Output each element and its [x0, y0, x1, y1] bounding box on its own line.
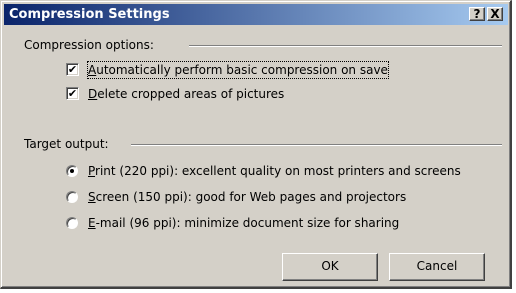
help-button[interactable]: ?: [469, 7, 485, 21]
screen-radio[interactable]: [66, 191, 78, 203]
email-text: -mail (96 ppi): minimize document size f…: [95, 216, 400, 230]
compression-options-divider: [189, 45, 502, 47]
auto-compress-checkbox-row[interactable]: ✔ Automatically perform basic compressio…: [66, 61, 436, 79]
email-mnemonic: E: [88, 216, 96, 230]
print-radio-row[interactable]: Print (220 ppi): excellent quality on mo…: [66, 163, 506, 179]
check-icon: ✔: [67, 87, 78, 100]
target-output-heading: Target output:: [24, 136, 113, 152]
email-radio-row[interactable]: E-mail (96 ppi): minimize document size …: [66, 215, 486, 231]
auto-compress-checkbox[interactable]: ✔: [66, 63, 79, 76]
screen-radio-row[interactable]: Screen (150 ppi): good for Web pages and…: [66, 189, 486, 205]
print-mnemonic: P: [88, 164, 96, 178]
auto-compress-text: utomatically perform basic compression o…: [96, 63, 388, 77]
dialog-title: Compression Settings: [9, 7, 170, 22]
delete-cropped-checkbox[interactable]: ✔: [66, 87, 79, 100]
ok-button[interactable]: OK: [282, 253, 378, 281]
print-radio[interactable]: [66, 165, 78, 177]
cancel-button[interactable]: Cancel: [389, 253, 485, 281]
print-text: rint (220 ppi): excellent quality on mos…: [95, 164, 461, 178]
delete-cropped-text: elete cropped areas of pictures: [97, 87, 285, 101]
target-output-divider: [131, 144, 502, 146]
check-icon: ✔: [67, 63, 78, 76]
email-radio[interactable]: [66, 217, 78, 229]
auto-compress-label[interactable]: Automatically perform basic compression …: [87, 61, 389, 79]
print-radio-label[interactable]: Print (220 ppi): excellent quality on mo…: [88, 163, 461, 179]
delete-cropped-label[interactable]: Delete cropped areas of pictures: [88, 86, 284, 102]
screen-radio-label[interactable]: Screen (150 ppi): good for Web pages and…: [88, 189, 406, 205]
close-button[interactable]: X: [487, 7, 503, 21]
title-bar[interactable]: Compression Settings ? X: [4, 4, 508, 25]
auto-compress-mnemonic: A: [88, 63, 97, 77]
screen-mnemonic: S: [88, 190, 96, 204]
delete-cropped-checkbox-row[interactable]: ✔ Delete cropped areas of pictures: [66, 86, 366, 102]
compression-settings-dialog: Compression Settings ? X Compression opt…: [0, 0, 512, 289]
compression-options-heading: Compression options:: [24, 37, 158, 53]
radio-selected-dot: [70, 169, 74, 173]
screen-text: creen (150 ppi): good for Web pages and …: [95, 190, 407, 204]
delete-cropped-mnemonic: D: [88, 87, 98, 101]
email-radio-label[interactable]: E-mail (96 ppi): minimize document size …: [88, 215, 399, 231]
